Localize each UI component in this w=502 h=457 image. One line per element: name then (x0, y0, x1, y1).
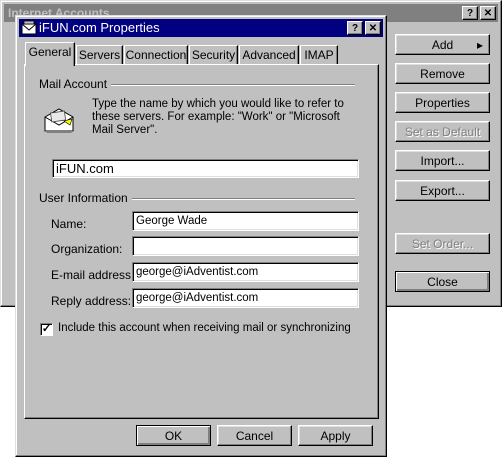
import-button[interactable]: Import... (395, 150, 490, 171)
email-address-field[interactable]: george@iAdventist.com (132, 262, 359, 282)
mail-account-heading: Mail Account (39, 77, 112, 91)
properties-button[interactable]: Properties (395, 92, 490, 113)
dialog-help-button[interactable]: ? (347, 21, 363, 35)
include-account-label[interactable]: Include this account when receiving mail… (58, 322, 351, 334)
ok-button[interactable]: OK (136, 425, 211, 446)
cancel-button[interactable]: Cancel (217, 425, 292, 446)
tab-general[interactable]: General (25, 42, 75, 66)
user-info-heading: User Information (39, 191, 132, 205)
dialog-title: iFUN.com Properties (39, 20, 160, 35)
back-close-icon[interactable]: ✕ (480, 6, 496, 20)
reply-address-label: Reply address: (51, 294, 132, 308)
name-field[interactable]: George Wade (132, 211, 359, 231)
general-tab-panel: Mail Account Type the name by which you … (24, 64, 379, 419)
tab-security[interactable]: Security (189, 45, 238, 64)
add-button[interactable]: Add ▸ (395, 34, 490, 55)
reply-address-field[interactable]: george@iAdventist.com (132, 288, 359, 308)
tab-advanced[interactable]: Advanced (239, 45, 299, 64)
export-button[interactable]: Export... (395, 180, 490, 201)
dialog-close-icon[interactable]: ✕ (365, 21, 381, 35)
user-info-divider (115, 198, 355, 200)
organization-label: Organization: (51, 242, 123, 256)
back-help-button[interactable]: ? (462, 6, 478, 20)
mail-account-description: Type the name by which you would like to… (92, 98, 344, 136)
close-button[interactable]: Close (395, 271, 490, 292)
account-name-field[interactable]: iFUN.com (52, 159, 359, 178)
mail-envelope-icon (44, 108, 74, 133)
dialog-titlebar[interactable]: iFUN.com Properties ? ✕ (19, 19, 383, 37)
set-order-button[interactable]: Set Order... (395, 233, 490, 254)
mail-account-divider (85, 84, 355, 86)
mail-account-icon (21, 20, 37, 35)
organization-field[interactable] (132, 236, 359, 256)
arrow-right-icon: ▸ (476, 38, 483, 52)
apply-button[interactable]: Apply (298, 425, 373, 446)
name-label: Name: (51, 217, 87, 231)
properties-dialog: iFUN.com Properties ? ✕ General Servers … (15, 15, 387, 457)
tab-connection[interactable]: Connection (124, 45, 188, 64)
include-account-checkbox[interactable]: ✓ (40, 323, 53, 336)
add-button-label: Add (431, 38, 454, 52)
email-address-label: E-mail address: (51, 268, 135, 282)
tab-imap[interactable]: IMAP (300, 45, 338, 64)
set-as-default-button[interactable]: Set as Default (395, 121, 490, 142)
tab-servers[interactable]: Servers (76, 45, 123, 64)
remove-button[interactable]: Remove (395, 63, 490, 84)
